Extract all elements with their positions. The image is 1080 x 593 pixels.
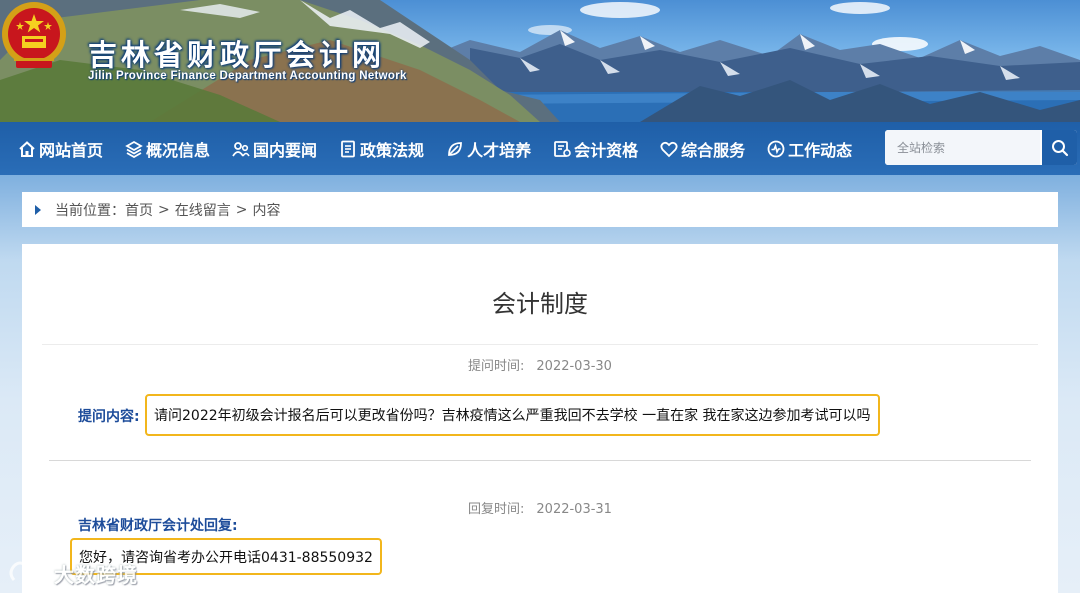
- search-button[interactable]: [1042, 130, 1077, 165]
- nav-item-label: 政策法规: [360, 140, 425, 160]
- breadcrumb-arrow-icon: [35, 204, 41, 215]
- layers-icon: [125, 140, 143, 158]
- nav-item-qualification[interactable]: 会计资格: [553, 122, 638, 175]
- question-label: 提问内容:: [78, 409, 140, 425]
- nav-item-label: 概况信息: [146, 140, 211, 160]
- nav-item-label: 网站首页: [39, 140, 104, 160]
- people-icon: [232, 141, 250, 157]
- breadcrumb-separator: >: [158, 201, 170, 218]
- nav-item-label: 国内要闻: [253, 140, 318, 160]
- site-subtitle: Jilin Province Finance Department Accoun…: [88, 70, 407, 82]
- search-input[interactable]: [885, 130, 1040, 165]
- nav-item-talent[interactable]: 人才培养: [446, 122, 531, 175]
- reply-time-value: 2022-03-31: [536, 502, 612, 517]
- reply-time-label: 回复时间:: [468, 502, 525, 517]
- breadcrumb-prefix: 当前位置：: [55, 202, 125, 219]
- activity-icon: [767, 140, 785, 157]
- question-time: 提问时间: 2022-03-30: [22, 355, 1058, 374]
- nav-item-work-news[interactable]: 工作动态: [767, 122, 852, 175]
- breadcrumb-current: 内容: [252, 202, 281, 219]
- nav-item-label: 人才培养: [467, 140, 532, 160]
- nav-item-domestic-news[interactable]: 国内要闻: [232, 122, 317, 175]
- national-emblem-icon: [2, 2, 66, 68]
- header-banner: 吉林省财政厅会计网 Jilin Province Finance Departm…: [0, 0, 1080, 122]
- breadcrumb-separator: >: [235, 201, 248, 218]
- breadcrumb: 当前位置： 首页 > 在线留言 > 内容: [22, 192, 1058, 227]
- nav-item-policies[interactable]: 政策法规: [339, 122, 424, 175]
- watermark-logo-icon: [9, 561, 49, 581]
- nav-item-label: 工作动态: [788, 140, 853, 160]
- watermark-text: 大数跨境: [54, 562, 138, 587]
- question-time-label: 提问时间:: [468, 359, 525, 374]
- breadcrumb-home-link[interactable]: 首页: [125, 200, 153, 220]
- question-text: 请问2022年初级会计报名后可以更改省份吗？吉林疫情这么严重我回不去学校 一直在…: [145, 394, 880, 436]
- divider: [49, 460, 1031, 461]
- watermark: 大数跨境: [6, 558, 138, 588]
- heart-icon: [660, 141, 678, 157]
- nav-item-label: 会计资格: [574, 140, 639, 160]
- article-panel: 会计制度 提问时间: 2022-03-30 提问内容: 请问2022年初级会计报名…: [22, 244, 1058, 593]
- nav-item-overview[interactable]: 概况信息: [125, 122, 210, 175]
- leaf-icon: [448, 141, 462, 156]
- site-search: [885, 130, 1077, 165]
- nav-item-services[interactable]: 综合服务: [660, 122, 745, 175]
- home-icon: [19, 140, 35, 157]
- nav-item-label: 综合服务: [681, 140, 746, 160]
- divider: [42, 344, 1038, 345]
- reply-label: 吉林省财政厅会计处回复:: [78, 518, 238, 534]
- site-title: 吉林省财政厅会计网: [88, 38, 386, 72]
- document-icon: [341, 140, 355, 157]
- certificate-icon: [554, 140, 571, 157]
- search-icon: [1051, 139, 1068, 156]
- nav-item-home[interactable]: 网站首页: [18, 122, 103, 175]
- page-title: 会计制度: [492, 290, 588, 318]
- breadcrumb-message-link[interactable]: 在线留言: [175, 200, 231, 220]
- question-time-value: 2022-03-30: [536, 359, 612, 374]
